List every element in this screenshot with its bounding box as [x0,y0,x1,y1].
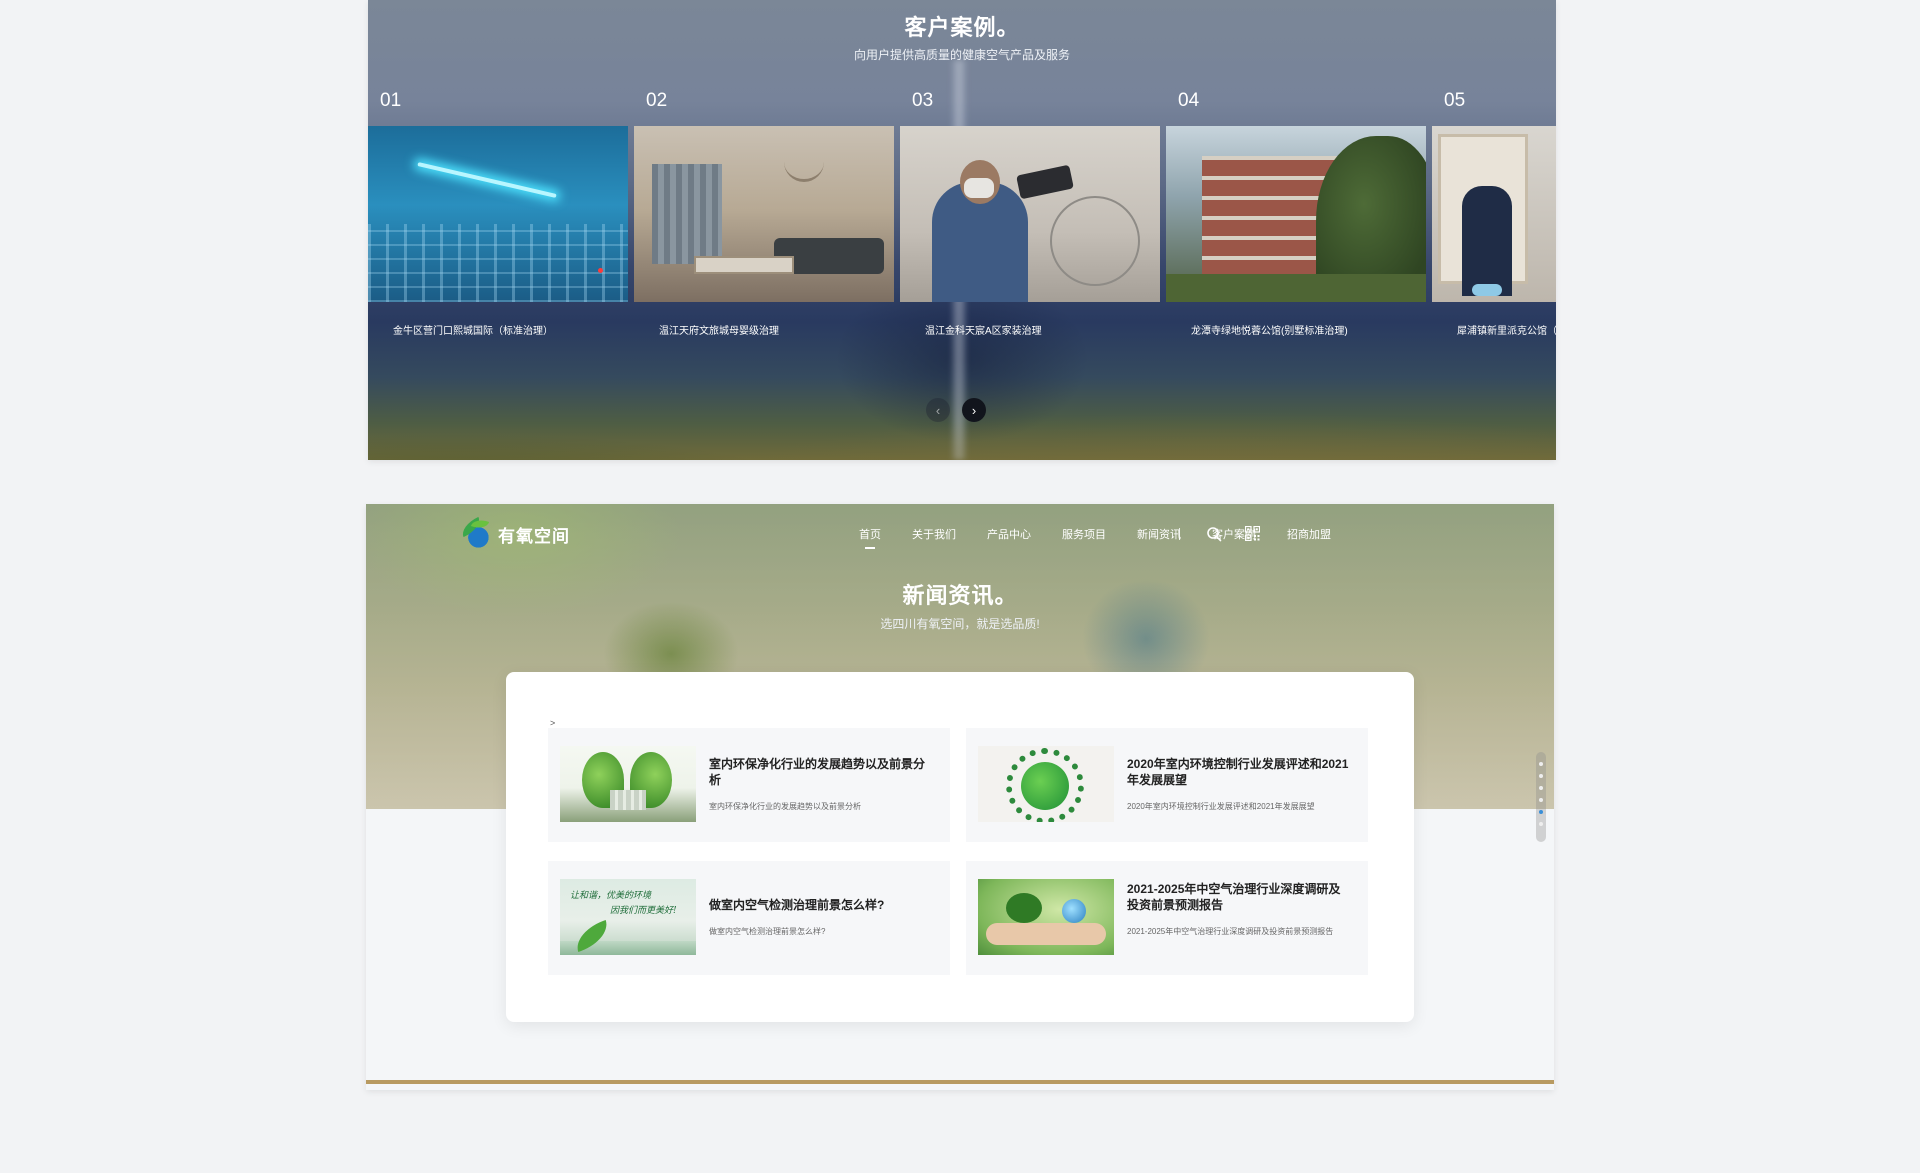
case-caption[interactable]: 龙潭寺绿地悦蓉公馆(别墅标准治理) [1166,322,1426,337]
breadcrumb: > [550,718,556,728]
case-number: 05 [1444,90,1466,111]
cases-title: 客户案例。 [904,15,1020,40]
news-item[interactable]: 让和谐，优美的环境 因我们而更美好! 做室内空气检测治理前景怎么样? 做室内空气… [548,861,950,975]
news-subtitle: 选四川有氧空间，就是选品质! [880,617,1040,631]
news-item-summary: 2020年室内环境控制行业发展评述和2021年发展展望 [1127,802,1315,811]
news-thumbnail[interactable] [978,879,1114,955]
news-list-card: > 室内环保净化行业的发展趋势以及前景分析 室内环保净化行业的发展趋势以及前景分… [506,672,1414,1022]
nav-item-services[interactable]: 服务项目 [1062,526,1106,542]
thumbnail-slogan: 让和谐，优美的环境 因我们而更美好! [570,891,677,916]
footer-accent-line [366,1080,1554,1084]
case-card[interactable]: 05 犀浦镇新里派克公馆（ [1432,90,1556,337]
case-number: 01 [380,90,402,111]
case-caption[interactable]: 温江天府文旅城母婴级治理 [634,322,894,337]
case-card[interactable]: 02 温江天府文旅城母婴级治理 [634,90,894,337]
news-item-summary: 室内环保净化行业的发展趋势以及前景分析 [709,802,861,811]
news-item-title[interactable]: 室内环保净化行业的发展趋势以及前景分析 [709,756,931,788]
scroll-dot[interactable] [1539,786,1543,790]
news-item-title[interactable]: 2020年室内环境控制行业发展评述和2021年发展展望 [1127,756,1349,788]
background-hills [368,330,1556,460]
page-scroll-indicator[interactable] [1536,752,1546,842]
news-item[interactable]: 2020年室内环境控制行业发展评述和2021年发展展望 2020年室内环境控制行… [966,728,1368,842]
case-caption[interactable]: 金牛区营门口熙城国际（标准治理） [368,322,628,337]
news-item[interactable]: 2021-2025年中空气治理行业深度调研及投资前景预测报告 2021-2025… [966,861,1368,975]
case-card[interactable]: 03 温江金科天宸A区家装治理 [900,90,1160,337]
case-number: 03 [912,90,934,111]
scroll-dot-active[interactable] [1539,810,1543,814]
top-navigation: 有氧空间 首页 关于我们 产品中心 服务项目 新闻资讯 客户案例 招商加盟 [366,504,1554,564]
case-caption[interactable]: 犀浦镇新里派克公馆（ [1432,322,1556,337]
news-page-preview: 有氧空间 首页 关于我们 产品中心 服务项目 新闻资讯 客户案例 招商加盟 新闻… [366,504,1554,1090]
news-item-summary: 2021-2025年中空气治理行业深度调研及投资前景预测报告 [1127,927,1334,936]
scroll-dot[interactable] [1539,774,1543,778]
cases-subtitle: 向用户提供高质量的健康空气产品及服务 [853,48,1070,62]
qr-code-icon[interactable] [1245,526,1260,541]
news-title: 新闻资讯。 [902,583,1018,608]
case-image[interactable] [634,126,894,302]
case-caption[interactable]: 温江金科天宸A区家装治理 [900,322,1160,337]
news-item[interactable]: 室内环保净化行业的发展趋势以及前景分析 室内环保净化行业的发展趋势以及前景分析 [548,728,950,842]
case-carousel[interactable]: 01 金牛区营门口熙城国际（标准治理） 02 温江天府文旅城母婴级治理 03 温… [368,90,1556,340]
nav-item-about[interactable]: 关于我们 [912,526,956,542]
case-number: 04 [1178,90,1200,111]
case-image[interactable] [1432,126,1556,302]
news-item-summary: 做室内空气检测治理前景怎么样? [709,927,826,936]
scroll-dot[interactable] [1539,822,1543,826]
case-card[interactable]: 04 龙潭寺绿地悦蓉公馆(别墅标准治理) [1166,90,1426,337]
nav-divider [1179,528,1180,540]
case-image[interactable] [900,126,1160,302]
site-logo[interactable]: 有氧空间 [458,517,570,551]
logo-text: 有氧空间 [498,526,570,546]
scroll-dot[interactable] [1539,762,1543,766]
news-thumbnail[interactable] [560,746,696,822]
case-image[interactable] [368,126,628,302]
news-thumbnail[interactable] [978,746,1114,822]
scroll-dot[interactable] [1539,798,1543,802]
search-icon[interactable] [1206,526,1222,542]
chevron-left-icon[interactable]: ‹ [926,398,950,422]
cases-section: 客户案例。 向用户提供高质量的健康空气产品及服务 01 金牛区营门口熙城国际（标… [368,0,1556,460]
nav-item-products[interactable]: 产品中心 [987,526,1031,542]
chevron-right-icon[interactable]: › [962,398,986,422]
nav-item-franchise[interactable]: 招商加盟 [1287,526,1331,542]
nav-item-news[interactable]: 新闻资讯 [1137,526,1181,542]
case-card[interactable]: 01 金牛区营门口熙城国际（标准治理） [368,90,628,337]
nav-item-home[interactable]: 首页 [859,526,881,549]
main-menu: 首页 关于我们 产品中心 服务项目 新闻资讯 客户案例 招商加盟 [859,526,1362,549]
case-image[interactable] [1166,126,1426,302]
news-thumbnail[interactable]: 让和谐，优美的环境 因我们而更美好! [560,879,696,955]
news-item-title[interactable]: 2021-2025年中空气治理行业深度调研及投资前景预测报告 [1127,881,1349,913]
news-item-title[interactable]: 做室内空气检测治理前景怎么样? [709,897,931,913]
logo-leaf-icon [458,517,492,551]
case-number: 02 [646,90,668,111]
